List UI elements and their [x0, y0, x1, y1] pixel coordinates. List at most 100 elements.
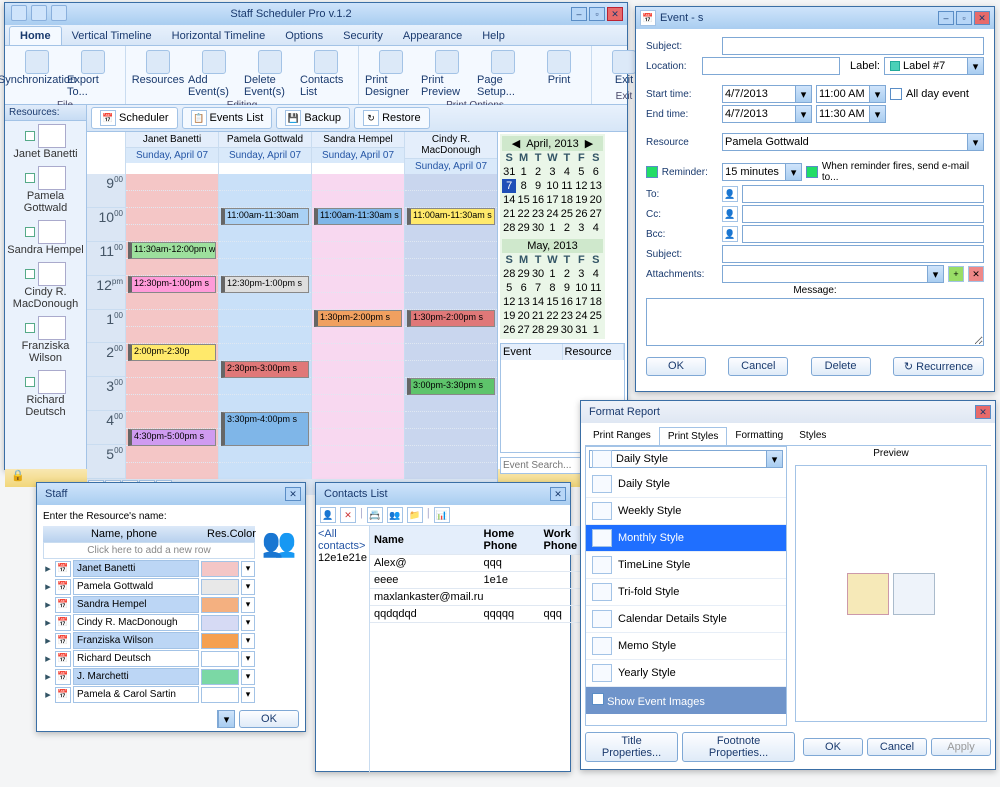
ribbon-tab[interactable]: Help — [472, 27, 515, 45]
location-input[interactable] — [702, 57, 840, 75]
calendar-day[interactable]: 1 — [545, 221, 559, 235]
title-props-button[interactable]: Title Properties... — [585, 732, 678, 762]
all-contacts-link[interactable]: <All contacts> — [318, 528, 367, 552]
tab-restore[interactable]: ↻Restore — [354, 107, 430, 129]
tab-scheduler[interactable]: 📅Scheduler — [91, 107, 178, 129]
prev-month-icon[interactable]: ◀ — [512, 137, 520, 150]
calendar-day[interactable]: 25 — [560, 207, 574, 221]
print-style-item[interactable]: Daily Style — [586, 471, 786, 498]
appointment[interactable]: 2:30pm-3:00pm s — [221, 361, 309, 378]
mail-checkbox[interactable] — [806, 166, 818, 178]
appointment[interactable]: 12:30pm-1:00pm s — [128, 276, 216, 293]
tool-icon[interactable]: 📁 — [407, 507, 423, 523]
start-time-input[interactable]: 11:00 AM▾ — [816, 85, 886, 103]
add-event-button[interactable]: Add Event(s) — [186, 48, 242, 100]
calendar-day[interactable]: 15 — [545, 295, 559, 309]
style-combo[interactable]: Daily Style▾ — [589, 450, 783, 468]
calendar-day[interactable]: 11 — [589, 281, 603, 295]
calendar-day[interactable]: 2 — [560, 221, 574, 235]
appointment[interactable]: 4:30pm-5:00pm s — [128, 429, 216, 446]
calendar-day[interactable]: 12 — [502, 295, 516, 309]
appointment[interactable]: 12:30pm-1:00pm s — [221, 276, 309, 293]
print-style-item[interactable]: Tri-fold Style — [586, 579, 786, 606]
calendar-day[interactable]: 23 — [531, 207, 545, 221]
staff-row[interactable]: ▸📅Pamela Gottwald▾ — [43, 578, 255, 595]
mail-subject-input[interactable] — [722, 245, 984, 263]
calendar-day[interactable]: 26 — [574, 207, 588, 221]
appointment[interactable]: 11:00am-11:30am s — [314, 208, 402, 225]
calendar-day[interactable]: 12 — [574, 179, 588, 193]
minimize-button[interactable]: – — [571, 7, 587, 21]
calendar-day[interactable]: 16 — [560, 295, 574, 309]
add-contact-icon[interactable]: 👤 — [320, 507, 336, 523]
page-setup-button[interactable]: Page Setup... — [475, 48, 531, 100]
close-button[interactable]: ✕ — [975, 405, 991, 419]
calendar-day[interactable]: 28 — [502, 267, 516, 281]
calendar-day[interactable]: 2 — [531, 165, 545, 179]
delete-event-button[interactable]: Delete Event(s) — [242, 48, 298, 100]
print-button[interactable]: Print — [531, 48, 587, 88]
calendar-day[interactable]: 30 — [531, 221, 545, 235]
contacts-button[interactable]: Contacts List — [298, 48, 354, 100]
export-button[interactable]: Export To... — [65, 48, 121, 100]
contact-icon[interactable]: 👤 — [722, 206, 738, 222]
tool-icon[interactable]: 📇 — [367, 507, 383, 523]
calendar-day[interactable]: 13 — [589, 179, 603, 193]
calendar-day[interactable]: 4 — [560, 165, 574, 179]
calendar-day[interactable]: 3 — [574, 267, 588, 281]
staff-row[interactable]: ▸📅Cindy R. MacDonough▾ — [43, 614, 255, 631]
ok-button[interactable]: OK — [803, 738, 863, 756]
calendar-day[interactable]: 31 — [574, 323, 588, 337]
staff-col-name[interactable]: Name, phone — [43, 526, 205, 542]
appointment[interactable]: 2:00pm-2:30p — [128, 344, 216, 361]
calendar-day[interactable]: 1 — [545, 267, 559, 281]
calendar-day[interactable]: 1 — [516, 165, 530, 179]
end-time-input[interactable]: 11:30 AM▾ — [816, 105, 886, 123]
calendar-day[interactable]: 11 — [560, 179, 574, 193]
appointment[interactable]: 3:00pm-3:30pm s — [407, 378, 495, 395]
calendar-day[interactable]: 19 — [502, 309, 516, 323]
print-style-item[interactable]: TimeLine Style — [586, 552, 786, 579]
next-month-icon[interactable]: ▶ — [585, 137, 593, 150]
calendar-day[interactable]: 30 — [560, 323, 574, 337]
staff-row[interactable]: ▸📅Richard Deutsch▾ — [43, 650, 255, 667]
calendar-day[interactable]: 18 — [589, 295, 603, 309]
calendar-day[interactable]: 13 — [516, 295, 530, 309]
calendar-day[interactable]: 28 — [531, 323, 545, 337]
close-button[interactable]: ✕ — [550, 487, 566, 501]
qat-icon[interactable] — [51, 5, 67, 21]
appointment[interactable]: 3:30pm-4:00pm s — [221, 412, 309, 446]
maximize-button[interactable]: ▫ — [589, 7, 605, 21]
ok-button[interactable]: OK — [646, 357, 706, 376]
print-style-item[interactable]: Calendar Details Style — [586, 606, 786, 633]
apply-button[interactable]: Apply — [931, 738, 991, 756]
app-orb-icon[interactable] — [11, 5, 27, 21]
close-button[interactable]: ✕ — [285, 487, 301, 501]
calendar-day[interactable]: 22 — [545, 309, 559, 323]
appointment[interactable]: 1:30pm-2:00pm s — [314, 310, 402, 327]
show-images-checkbox[interactable] — [592, 693, 604, 705]
calendar-day[interactable]: 17 — [574, 295, 588, 309]
staff-add-row[interactable]: Click here to add a new row — [43, 542, 255, 559]
calendar-day[interactable]: 26 — [502, 323, 516, 337]
resource-item[interactable]: Pamela Gottwald — [5, 163, 86, 217]
label-combo[interactable]: Label #7▾ — [884, 57, 984, 75]
resource-item[interactable]: Franziska Wilson — [5, 313, 86, 367]
cancel-button[interactable]: Cancel — [867, 738, 927, 756]
bcc-input[interactable] — [742, 225, 984, 243]
staff-combo[interactable]: ▾ — [217, 710, 235, 728]
footnote-props-button[interactable]: Footnote Properties... — [682, 732, 795, 762]
minimize-button[interactable]: – — [938, 11, 954, 25]
ribbon-tab[interactable]: Security — [333, 27, 393, 45]
calendar-day[interactable]: 5 — [574, 165, 588, 179]
reminder-combo[interactable]: 15 minutes▾ — [722, 163, 802, 181]
ribbon-tab[interactable]: Appearance — [393, 27, 472, 45]
contact-row[interactable]: maxlankaster@mail.ru — [370, 589, 603, 606]
calendar-day[interactable]: 22 — [516, 207, 530, 221]
tab-events-list[interactable]: 📋Events List — [182, 107, 273, 129]
calendar-day[interactable]: 7 — [531, 281, 545, 295]
calendar-day[interactable]: 24 — [574, 309, 588, 323]
calendar-day[interactable]: 10 — [545, 179, 559, 193]
staff-row[interactable]: ▸📅Franziska Wilson▾ — [43, 632, 255, 649]
calendar-day[interactable]: 6 — [589, 165, 603, 179]
